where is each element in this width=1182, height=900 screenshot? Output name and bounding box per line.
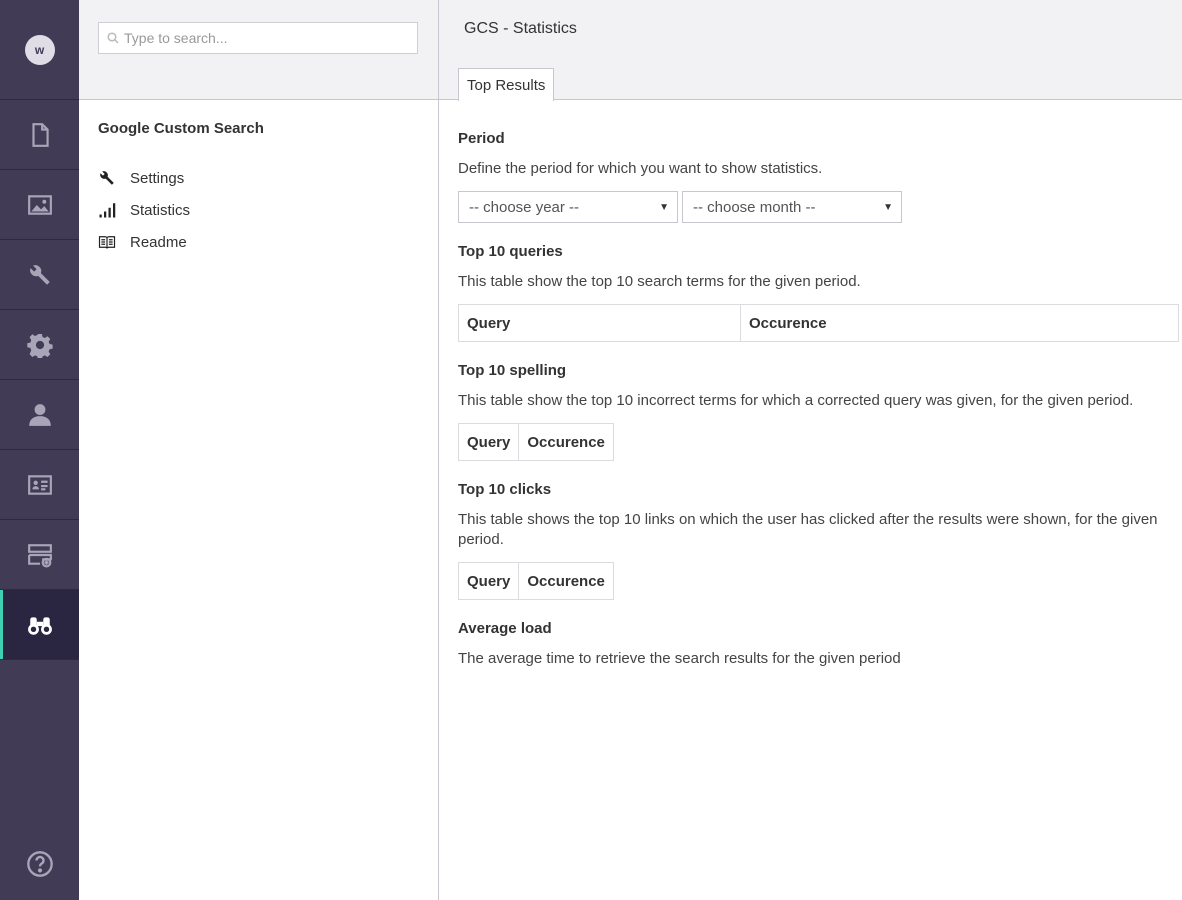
bar-chart-icon: [99, 203, 116, 218]
main-header: GCS - Statistics Top Results: [439, 0, 1182, 101]
spelling-table: Query Occurence: [457, 423, 614, 461]
tree-item-label: Readme: [130, 233, 187, 251]
clicks-title: Top 10 clicks: [458, 481, 552, 498]
search-icon: [107, 32, 119, 44]
rail-item-gcs[interactable]: [0, 590, 79, 660]
table-header-row: Query Occurence: [458, 304, 1179, 342]
tree-item-label: Statistics: [130, 201, 191, 219]
avatar[interactable]: w: [24, 34, 55, 65]
contact-card-icon: [27, 474, 52, 495]
tree-item-settings[interactable]: Settings: [98, 162, 190, 194]
rail-item-members[interactable]: [0, 450, 79, 520]
queries-title: Top 10 queries: [458, 243, 563, 260]
col-occurence: Occurence: [740, 304, 1179, 342]
col-occurence: Occurence: [518, 562, 614, 600]
table-header-row: Query Occurence: [457, 562, 614, 600]
col-query: Query: [457, 423, 520, 461]
period-title: Period: [458, 130, 505, 147]
average-desc: The average time to retrieve the search …: [458, 650, 901, 667]
tree-item-label: Settings: [130, 169, 185, 187]
table-header-row: Query Occurence: [457, 423, 614, 461]
queries-table: Query Occurence: [458, 304, 1179, 342]
spelling-title: Top 10 spelling: [458, 362, 567, 379]
binoculars-icon: [27, 616, 52, 635]
gear-icon: [26, 333, 53, 358]
rail-help[interactable]: [0, 850, 79, 878]
col-query: Query: [458, 304, 741, 342]
period-selects: -- choose year -- ▼ -- choose month -- ▼: [458, 191, 1180, 223]
statistics-content: Period Define the period for which you w…: [457, 130, 1180, 681]
rail-header: w: [0, 0, 79, 100]
chevron-down-icon: ▼: [883, 202, 893, 213]
tree-title[interactable]: Google Custom Search: [98, 120, 264, 137]
forms-icon: [27, 543, 52, 567]
app-rail: w: [0, 0, 79, 900]
month-select-value: -- choose month --: [693, 198, 816, 216]
spelling-desc: This table show the top 10 incorrect ter…: [458, 392, 1134, 409]
media-icon: [27, 194, 52, 215]
average-title: Average load: [458, 620, 552, 637]
tree-panel: Google Custom Search Settings Statistics…: [79, 0, 439, 900]
tree-item-readme[interactable]: Readme: [98, 226, 190, 258]
year-select-value: -- choose year --: [469, 198, 580, 216]
queries-desc: This table show the top 10 search terms …: [458, 273, 861, 290]
col-occurence: Occurence: [518, 423, 614, 461]
wrench-icon: [29, 264, 50, 285]
tab-top-results[interactable]: Top Results: [458, 68, 555, 101]
user-icon: [28, 403, 51, 426]
tree-header: [79, 0, 438, 100]
help-icon: [26, 851, 53, 877]
month-select[interactable]: -- choose month -- ▼: [682, 191, 902, 223]
rail-item-content[interactable]: [0, 100, 79, 170]
year-select[interactable]: -- choose year -- ▼: [458, 191, 678, 223]
search-input[interactable]: [99, 23, 417, 53]
rail-item-media[interactable]: [0, 170, 79, 240]
rail-item-users[interactable]: [0, 380, 79, 450]
main-panel: GCS - Statistics Top Results Period Defi…: [439, 0, 1182, 900]
document-icon: [31, 122, 49, 147]
col-query: Query: [457, 562, 520, 600]
rail-item-settings[interactable]: [0, 240, 79, 310]
rail-item-developer[interactable]: [0, 310, 79, 380]
rail-item-forms[interactable]: [0, 520, 79, 590]
tree-list: Settings Statistics Readme: [98, 162, 190, 258]
book-icon: [98, 236, 116, 249]
period-desc: Define the period for which you want to …: [458, 160, 823, 177]
tree-item-statistics[interactable]: Statistics: [98, 194, 190, 226]
page-title: GCS - Statistics: [464, 20, 577, 37]
clicks-table: Query Occurence: [457, 562, 614, 600]
chevron-down-icon: ▼: [659, 202, 669, 213]
wrench-icon: [100, 171, 114, 185]
tree-search[interactable]: [98, 22, 418, 54]
clicks-desc: This table shows the top 10 links on whi…: [458, 511, 1158, 548]
